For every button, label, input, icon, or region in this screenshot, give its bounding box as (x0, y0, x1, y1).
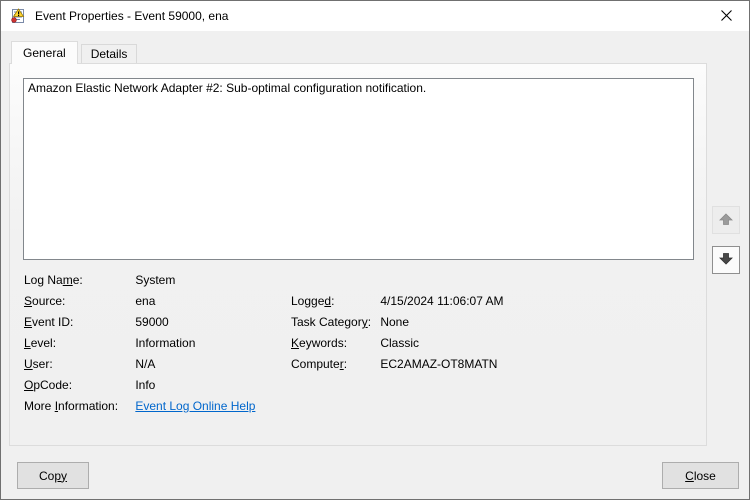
up-arrow-icon (718, 211, 734, 230)
close-icon (721, 9, 732, 24)
title-bar: Event Properties - Event 59000, ena (1, 1, 749, 31)
tab-strip: General Details (11, 41, 137, 64)
event-message-text: Amazon Elastic Network Adapter #2: Sub-o… (28, 81, 426, 95)
task-category-value: None (380, 312, 409, 333)
copy-button[interactable]: Copy (17, 462, 89, 489)
next-event-button[interactable] (712, 246, 740, 274)
general-tab-page: Amazon Elastic Network Adapter #2: Sub-o… (9, 63, 707, 446)
field-row-task-category: Task Category: None (291, 312, 504, 333)
field-row-computer: Computer: EC2AMAZ-OT8MATN (291, 354, 504, 375)
fields-right-column: Logged: 4/15/2024 11:06:07 AM Task Categ… (291, 291, 504, 375)
level-label: Level: (24, 333, 132, 354)
field-row-user: User: N/A (24, 354, 255, 375)
previous-event-button[interactable] (712, 206, 740, 234)
fields-left-column: Log Name: System Source: ena Event ID: 5… (24, 270, 255, 417)
level-value: Information (135, 333, 195, 354)
event-id-label: Event ID: (24, 312, 132, 333)
keywords-value: Classic (380, 333, 419, 354)
window-close-button[interactable] (704, 1, 749, 31)
event-message-box[interactable]: Amazon Elastic Network Adapter #2: Sub-o… (23, 78, 694, 260)
user-value: N/A (135, 354, 155, 375)
keywords-label: Keywords: (291, 333, 377, 354)
field-row-source: Source: ena (24, 291, 255, 312)
close-button[interactable]: Close (662, 462, 739, 489)
event-log-online-help-link[interactable]: Event Log Online Help (135, 399, 255, 413)
source-value: ena (135, 291, 155, 312)
field-row-event-id: Event ID: 59000 (24, 312, 255, 333)
close-button-label: Close (685, 469, 716, 483)
field-row-keywords: Keywords: Classic (291, 333, 504, 354)
logged-label: Logged: (291, 291, 377, 312)
down-arrow-icon (718, 251, 734, 270)
source-label: Source: (24, 291, 132, 312)
opcode-label: OpCode: (24, 375, 132, 396)
computer-label: Computer: (291, 354, 377, 375)
computer-value: EC2AMAZ-OT8MATN (380, 354, 497, 375)
field-row-opcode: OpCode: Info (24, 375, 255, 396)
field-row-log-name: Log Name: System (24, 270, 255, 291)
log-name-label: Log Name: (24, 270, 132, 291)
window-title: Event Properties - Event 59000, ena (35, 9, 228, 23)
field-row-level: Level: Information (24, 333, 255, 354)
user-label: User: (24, 354, 132, 375)
event-id-value: 59000 (135, 312, 168, 333)
event-log-icon (10, 8, 26, 24)
event-properties-dialog: Event Properties - Event 59000, ena Gene… (0, 0, 750, 500)
field-row-more-information: More Information: Event Log Online Help (24, 396, 255, 417)
tab-general-label: General (23, 46, 66, 60)
task-category-label: Task Category: (291, 312, 377, 333)
tab-details[interactable]: Details (81, 44, 138, 63)
log-name-value: System (135, 270, 175, 291)
more-information-label: More Information: (24, 396, 132, 417)
tab-details-label: Details (91, 47, 128, 61)
copy-button-label: Copy (39, 469, 67, 483)
opcode-value: Info (135, 375, 155, 396)
field-row-logged: Logged: 4/15/2024 11:06:07 AM (291, 291, 504, 312)
tab-general[interactable]: General (11, 41, 78, 64)
logged-value: 4/15/2024 11:06:07 AM (380, 291, 503, 312)
